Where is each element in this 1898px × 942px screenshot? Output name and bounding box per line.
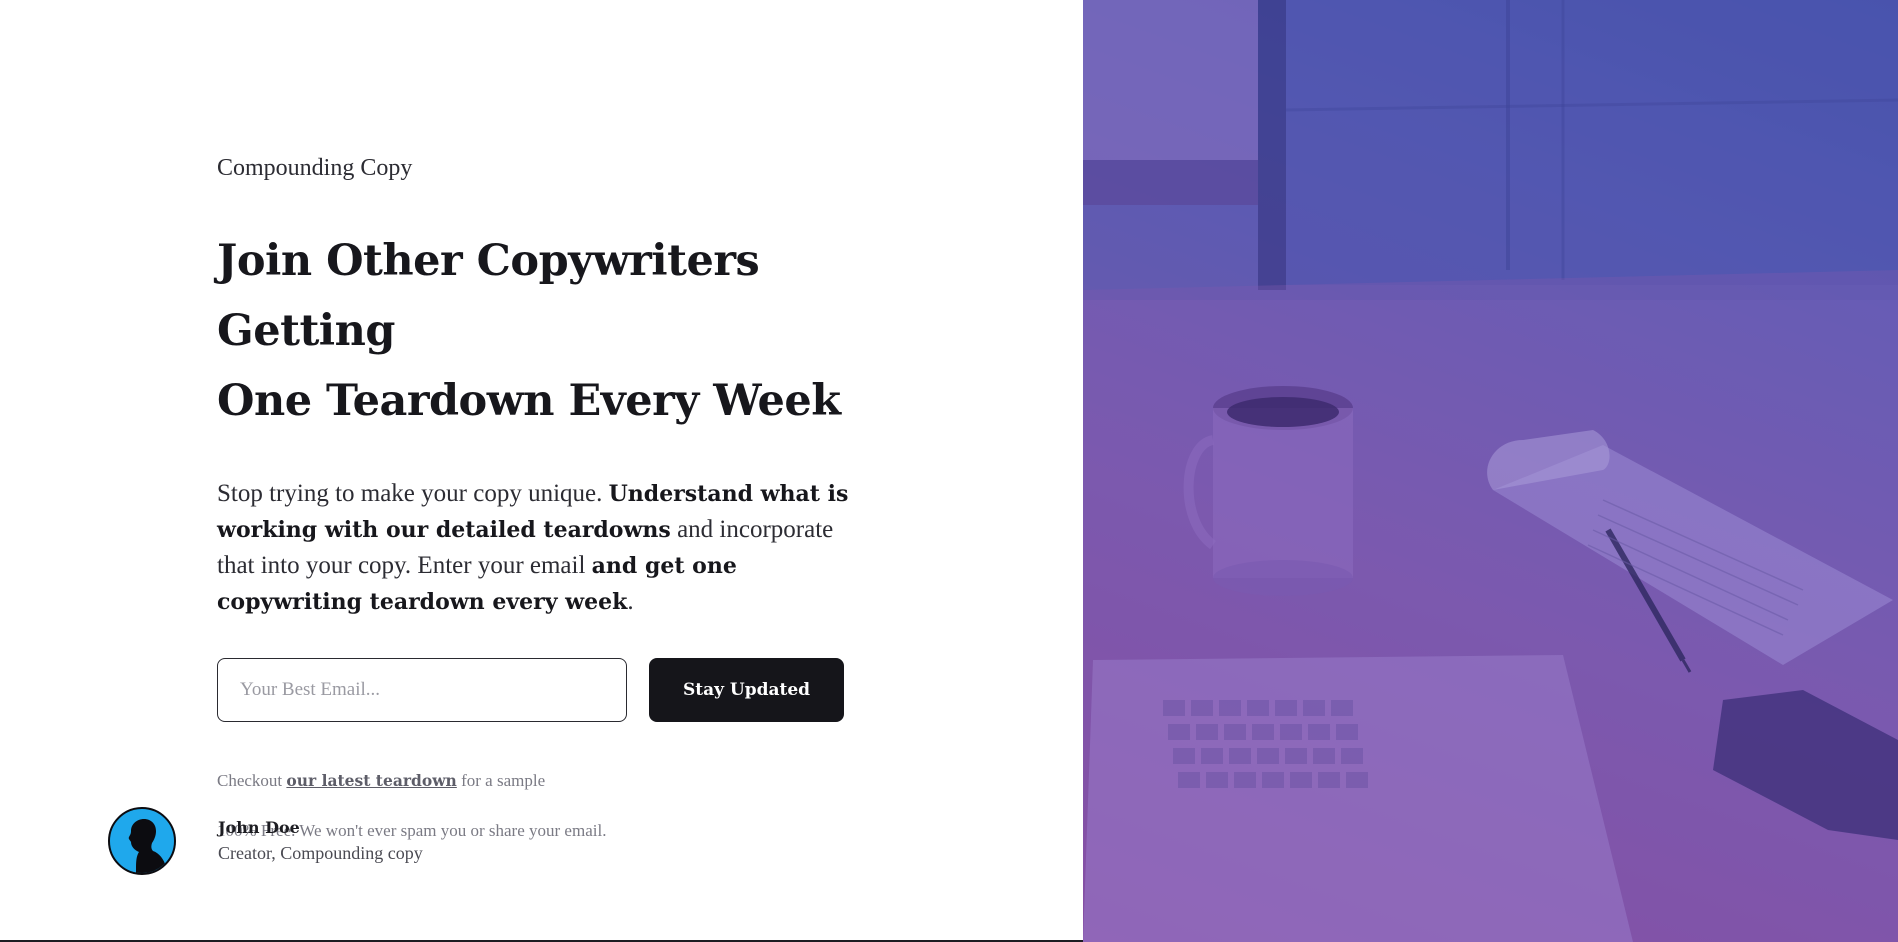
landing-page: Compounding Copy Join Other Copywriters … [0,0,1898,942]
sample-note: Checkout our latest teardown for a sampl… [217,770,867,792]
page-title: Join Other Copywriters Getting One Teard… [217,226,867,436]
signup-content: Compounding Copy Join Other Copywriters … [217,152,867,870]
lead-text-3: . [627,588,634,615]
lead-text-1: Stop trying to make your copy unique. [217,480,609,507]
signup-form: Stay Updated [217,658,867,722]
author-role: Creator, Compounding copy [218,843,423,863]
sample-note-prefix: Checkout [217,771,287,790]
person-silhouette-icon [128,819,166,873]
author-card: John Doe Creator, Compounding copy [108,807,423,875]
latest-teardown-link[interactable]: our latest teardown [286,771,456,790]
hero-image-panel [1083,0,1898,942]
author-name: John Doe [218,818,300,837]
brand-name: Compounding Copy [217,155,413,181]
stay-updated-button[interactable]: Stay Updated [649,658,844,722]
author-info: John Doe Creator, Compounding copy [218,816,423,866]
email-field[interactable] [217,658,627,722]
headline-line-1: Join Other Copywriters Getting [217,236,760,356]
signup-panel: Compounding Copy Join Other Copywriters … [0,0,1083,942]
sample-note-suffix: for a sample [456,771,546,790]
desk-workspace-photo [1083,0,1898,942]
avatar [108,807,176,875]
lead-paragraph: Stop trying to make your copy unique. Un… [217,476,857,620]
headline-line-2: One Teardown Every Week [217,376,841,426]
